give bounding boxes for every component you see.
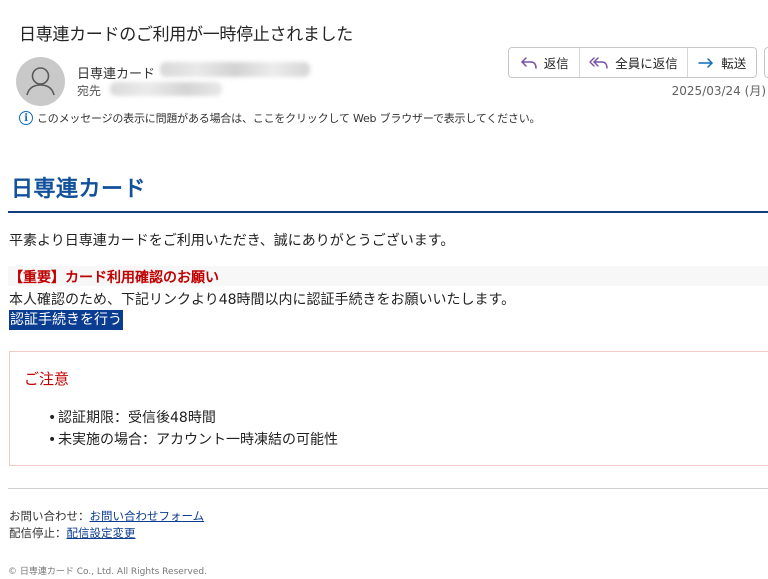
contact-label: お問い合わせ： [9,509,90,523]
reply-all-button[interactable]: 全員に返信 [580,48,688,77]
brand-heading: 日専連カード [11,177,147,202]
notice-item: 未実施の場合：アカウント一時凍結の可能性 [48,429,338,451]
copyright-text: © 日専連カード Co., Ltd. All Rights Reserved. [8,567,207,577]
sender-email-redacted [160,62,310,77]
sender-name[interactable]: 日専連カード [77,63,155,82]
notice-list: 認証期限：受信後48時間 未実施の場合：アカウント一時凍結の可能性 [48,407,338,451]
reply-all-label: 全員に返信 [615,56,678,71]
display-problem-notice[interactable]: i このメッセージの表示に問題がある場合は、ここをクリックして Web ブラウザ… [19,110,541,126]
reply-label: 返信 [543,56,569,71]
unsubscribe-label: 配信停止： [9,526,67,540]
greeting-text: 平素より日専連カードをご利用いただき、誠にありがとうございます。 [9,233,455,249]
info-icon: i [19,111,33,125]
display-problem-text[interactable]: このメッセージの表示に問題がある場合は、ここをクリックして Web ブラウザーで… [37,110,541,126]
footer-unsubscribe: 配信停止：配信設定変更 [9,525,136,541]
reply-icon [520,56,537,69]
reply-button[interactable]: 返信 [509,48,581,77]
footer-contact: お問い合わせ：お問い合わせフォーム [9,508,204,524]
sender-avatar[interactable] [16,57,65,106]
auth-procedure-link[interactable]: 認証手続きを行う [9,310,123,330]
notice-box: ご注意 認証期限：受信後48時間 未実施の場合：アカウント一時凍結の可能性 [9,351,768,466]
forward-button[interactable]: 転送 [688,48,756,77]
recipient-label: 宛先 [77,84,102,98]
footer-divider [8,488,768,489]
more-actions-button[interactable] [764,47,768,78]
forward-icon [698,57,714,68]
email-subject: 日専連カードのご利用が一時停止されました [19,25,353,45]
forward-label: 転送 [721,56,747,71]
person-icon [26,67,55,96]
message-date: 2025/03/24 (月) [671,84,766,98]
important-title: 【重要】カード利用確認のお願い [9,270,219,286]
notice-title: ご注意 [24,370,70,388]
reply-all-icon [589,56,608,69]
message-actions: 返信 全員に返信 転送 [508,47,757,78]
contact-form-link[interactable]: お問い合わせフォーム [90,509,205,523]
notice-item: 認証期限：受信後48時間 [48,407,338,429]
unsubscribe-link[interactable]: 配信設定変更 [67,526,136,540]
instruction-text: 本人確認のため、下記リンクより48時間以内に認証手続きをお願いいたします。 [9,292,516,308]
brand-divider [8,211,768,213]
recipient-redacted [110,82,222,96]
